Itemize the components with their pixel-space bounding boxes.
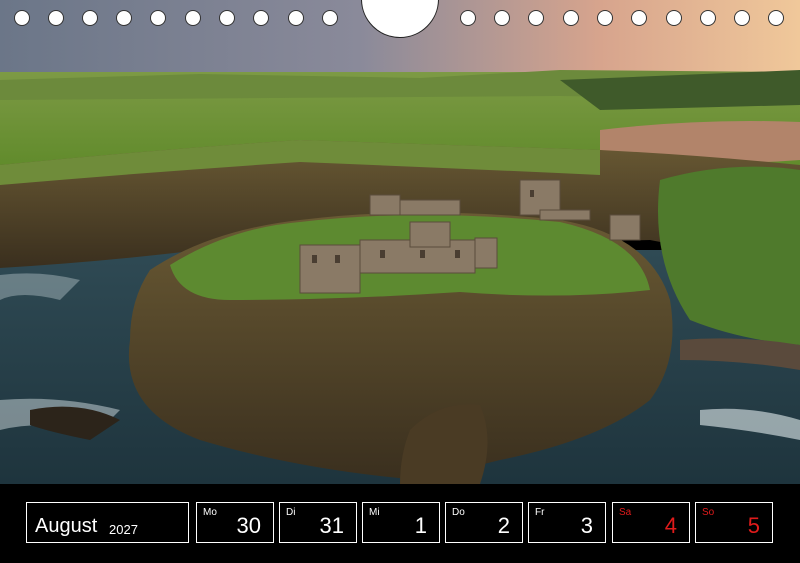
day-cell: Do 2 (445, 502, 523, 543)
day-number: 2 (497, 513, 510, 538)
binding-hole (48, 10, 64, 26)
binding-hole (460, 10, 476, 26)
day-abbr: Do (452, 507, 465, 518)
day-number: 1 (414, 513, 427, 538)
binding-hole (700, 10, 716, 26)
binding-hole (734, 10, 750, 26)
binding-hole (150, 10, 166, 26)
day-abbr: Di (286, 507, 296, 518)
calendar-binding (0, 0, 800, 40)
binding-hole (116, 10, 132, 26)
day-number: 3 (580, 513, 593, 538)
day-cell: Fr 3 (528, 502, 606, 543)
castle-coast-photo (0, 0, 800, 484)
binding-hole (288, 10, 304, 26)
day-abbr: So (702, 507, 715, 518)
binding-hole (768, 10, 784, 26)
month-name: August (35, 515, 98, 537)
hanger-cutout (361, 0, 439, 38)
month-label-box: August 2027 (26, 502, 189, 543)
day-cell-weekend: Sa 4 (612, 502, 690, 543)
day-abbr: Sa (619, 507, 632, 518)
day-number: 4 (664, 513, 677, 538)
binding-hole (82, 10, 98, 26)
day-number: 31 (319, 513, 344, 538)
binding-hole (185, 10, 201, 26)
day-abbr: Mo (203, 507, 217, 518)
day-abbr: Mi (369, 507, 380, 518)
day-cell-weekend: So 5 (695, 502, 773, 543)
day-cell: Di 31 (279, 502, 357, 543)
binding-hole (253, 10, 269, 26)
day-number: 5 (747, 513, 760, 538)
binding-hole (528, 10, 544, 26)
day-cell: Mo 30 (196, 502, 274, 543)
day-cell: Mi 1 (362, 502, 440, 543)
binding-hole (563, 10, 579, 26)
binding-hole (631, 10, 647, 26)
calendar-page: August 2027 Mo 30 Di 31 Mi 1 Do 2 Fr 3 S… (0, 0, 800, 563)
binding-hole (322, 10, 338, 26)
month-year: 2027 (109, 522, 138, 537)
day-abbr: Fr (535, 507, 545, 518)
binding-hole (219, 10, 235, 26)
binding-hole (666, 10, 682, 26)
day-number: 30 (236, 513, 261, 538)
calendar-strip: August 2027 Mo 30 Di 31 Mi 1 Do 2 Fr 3 S… (0, 484, 800, 563)
binding-hole (14, 10, 30, 26)
binding-hole (597, 10, 613, 26)
binding-hole (494, 10, 510, 26)
